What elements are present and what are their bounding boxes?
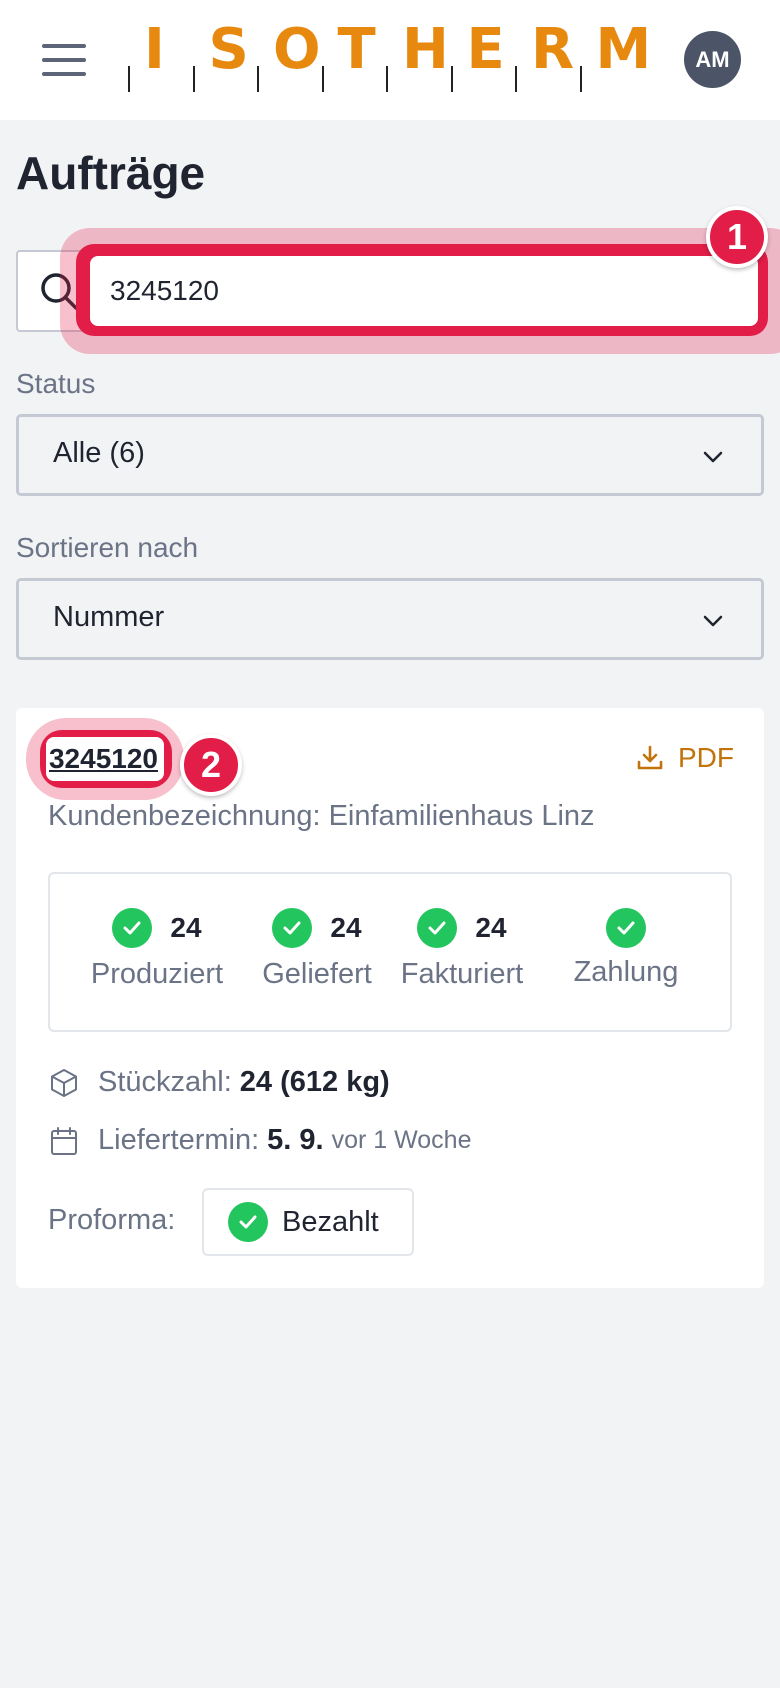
customer-designation: Kundenbezeichnung: Einfamilienhaus Linz — [48, 800, 595, 832]
status-select-value: Alle (6) — [53, 437, 145, 469]
status-label: Status — [16, 368, 96, 399]
status-label: Produziert — [90, 958, 224, 990]
status-payment: Zahlung — [568, 908, 684, 989]
delivery-date: 5. 9. — [267, 1124, 324, 1156]
step-badge-1: 1 — [706, 206, 768, 268]
package-icon — [51, 1068, 77, 1097]
status-overview: 24 Produziert 24 Geliefert 24 Fakturiert… — [48, 872, 732, 1032]
search-input[interactable] — [90, 256, 758, 326]
sort-select[interactable]: Nummer — [16, 578, 764, 660]
pdf-download-button[interactable]: PDF — [636, 742, 734, 774]
status-delivered: 24 Geliefert — [256, 908, 378, 991]
status-count: 24 — [330, 912, 362, 943]
check-circle-icon — [606, 908, 646, 948]
step-badge-2: 2 — [180, 734, 242, 796]
order-number-link[interactable]: 3245120 — [46, 737, 164, 781]
status-invoiced: 24 Fakturiert — [398, 908, 526, 991]
status-select[interactable]: Alle (6) — [16, 414, 764, 496]
isotherm-logo[interactable]: I S O T H E R M — [128, 14, 651, 94]
delivery-row: Liefertermin: 5. 9. vor 1 Woche — [48, 1124, 472, 1157]
proforma-status-chip: Bezahlt — [202, 1188, 414, 1256]
check-circle-icon — [272, 908, 313, 948]
status-count: 24 — [475, 912, 507, 943]
status-label: Geliefert — [262, 958, 372, 990]
quantity-label: Stückzahl: — [98, 1066, 232, 1098]
delivery-label: Liefertermin: — [98, 1124, 260, 1156]
calendar-icon — [51, 1126, 77, 1155]
download-icon — [637, 745, 663, 770]
top-bar: I S O T H E R M AM — [0, 0, 780, 120]
user-avatar[interactable]: AM — [684, 31, 741, 88]
check-circle-icon — [112, 908, 153, 948]
status-count: 24 — [170, 912, 202, 943]
pdf-label: PDF — [678, 742, 734, 773]
check-circle-icon — [417, 908, 458, 948]
chevron-down-icon — [703, 451, 723, 463]
proforma-label: Proforma: — [48, 1204, 176, 1236]
chevron-down-icon — [703, 615, 723, 627]
sort-label: Sortieren nach — [16, 532, 199, 563]
quantity-value: 24 (612 kg) — [239, 1066, 390, 1098]
proforma-status: Bezahlt — [282, 1205, 379, 1238]
status-produced: 24 Produziert — [84, 908, 230, 991]
status-label: Fakturiert — [400, 958, 524, 990]
hamburger-menu-icon[interactable] — [40, 40, 88, 80]
check-circle-icon — [228, 1202, 268, 1242]
quantity-row: Stückzahl: 24 (612 kg) — [48, 1066, 390, 1099]
delivery-relative: vor 1 Woche — [331, 1126, 472, 1154]
sort-select-value: Nummer — [53, 601, 165, 633]
page-title: Aufträge — [16, 147, 206, 199]
status-label: Zahlung — [573, 956, 679, 988]
